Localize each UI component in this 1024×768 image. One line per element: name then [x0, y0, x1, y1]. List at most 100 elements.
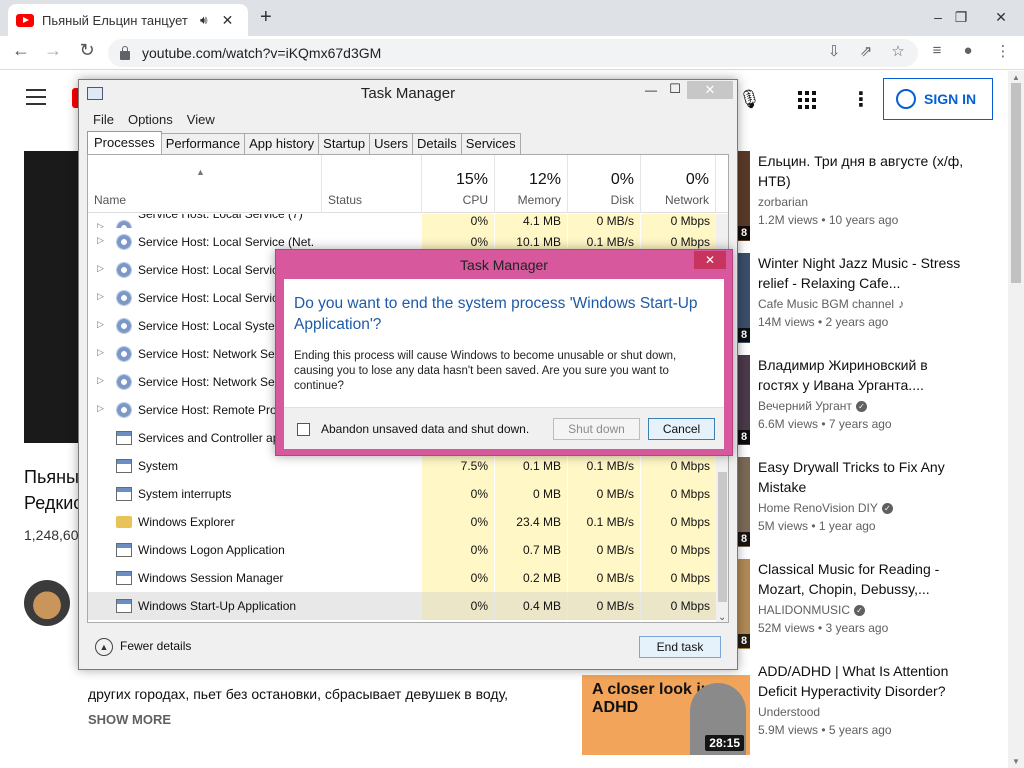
recommendation-title[interactable]: Classical Music for Reading - Mozart, Ch… [758, 559, 968, 599]
browser-tab[interactable]: Пьяный Ельцин танцует и п 🔊︎ ✕ [8, 4, 248, 36]
media-control-icon[interactable]: ≡ [927, 42, 947, 59]
address-bar[interactable]: youtube.com/watch?v=iKQmx67d3GM [108, 39, 918, 67]
process-row[interactable]: System 7.5% 0.1 MB 0.1 MB/s 0 Mbps [88, 452, 716, 480]
show-more-button[interactable]: SHOW MORE [88, 712, 171, 727]
close-button[interactable]: ✕ [687, 81, 733, 99]
user-icon [896, 89, 916, 109]
column-name[interactable]: Name [88, 155, 322, 213]
settings-menu-icon[interactable]: ⋮ [851, 87, 871, 112]
minimize-button[interactable]: — [639, 83, 663, 97]
menu-view[interactable]: View [187, 112, 215, 127]
shut-down-button[interactable]: Shut down [553, 418, 640, 440]
process-row[interactable]: Windows Explorer 0% 23.4 MB 0.1 MB/s 0 Mbps [88, 508, 716, 536]
new-tab-button[interactable]: + [260, 6, 272, 29]
hamburger-menu-icon[interactable] [26, 89, 46, 110]
scrollbar-thumb[interactable] [718, 472, 727, 602]
recommendation-item[interactable]: ADD/ADHD | What Is Attention Deficit Hyp… [758, 661, 968, 737]
browser-tab-strip: Пьяный Ельцин танцует и п 🔊︎ ✕ + – ❐ ✕ [0, 0, 1024, 36]
menu-file[interactable]: File [93, 112, 114, 127]
recommendation-channel[interactable]: HALIDONMUSIC [758, 603, 850, 617]
process-row[interactable]: Windows Start-Up Application 0% 0.4 MB 0 MB… [88, 592, 716, 620]
tab-details[interactable]: Details [412, 133, 462, 154]
expand-chevron-icon[interactable]: ▷ [97, 221, 104, 228]
recommendation-channel[interactable]: Home RenoVision DIY [758, 501, 878, 515]
install-icon[interactable]: ⇩ [824, 42, 844, 60]
lock-icon[interactable] [120, 45, 130, 60]
share-icon[interactable]: ⇗ [856, 42, 876, 60]
apps-grid-icon[interactable] [798, 91, 816, 109]
column-disk[interactable]: 0% Disk [568, 155, 641, 213]
task-manager-titlebar[interactable]: Task Manager — ☐ ✕ [79, 80, 737, 108]
recommendation-channel[interactable]: Cafe Music BGM channel [758, 297, 894, 311]
recommendation-channel[interactable]: zorbarian [758, 195, 808, 209]
tab-processes[interactable]: Processes [87, 131, 162, 154]
video-player[interactable] [24, 151, 84, 443]
microphone-icon[interactable]: 🎙︎ [738, 89, 761, 110]
tab-app-history[interactable]: App history [244, 133, 320, 154]
recommendation-channel[interactable]: Understood [758, 705, 820, 719]
column-cpu[interactable]: 15% CPU [422, 155, 495, 213]
process-row[interactable]: Windows Session Manager 0% 0.2 MB 0 MB/s 0 M… [88, 564, 716, 592]
end-task-button[interactable]: End task [639, 636, 721, 658]
column-memory[interactable]: 12% Memory [495, 155, 568, 213]
abandon-data-checkbox[interactable] [297, 423, 310, 436]
recommendation-item[interactable]: Ельцин. Три дня в августе (х/ф, НТВ) zor… [758, 151, 968, 227]
scrollbar-thumb[interactable] [1011, 83, 1021, 283]
process-row[interactable]: ▷ Service Host: Local Service (7) 0% 4.1 MB… [88, 214, 716, 228]
reload-icon[interactable]: ↻ [74, 40, 100, 61]
column-cpu-label: CPU [462, 193, 488, 207]
recommendation-thumbnail[interactable]: A closer look into ADHD 28:15 [582, 675, 750, 755]
video-title-line1: Пьяны [24, 467, 79, 487]
recommendation-channel[interactable]: Вечерний Ургант [758, 399, 852, 413]
process-disk: 0 MB/s [568, 214, 640, 228]
tab-performance[interactable]: Performance [160, 133, 246, 154]
recommendation-item[interactable]: Winter Night Jazz Music - Stress relief … [758, 253, 968, 329]
recommendation-item[interactable]: Easy Drywall Tricks to Fix Any Mistake H… [758, 457, 968, 533]
recommendation-title[interactable]: Easy Drywall Tricks to Fix Any Mistake [758, 457, 968, 497]
chrome-menu-icon[interactable]: ⋮ [993, 42, 1013, 60]
expand-chevron-icon[interactable]: ▷ [97, 403, 104, 414]
bookmark-star-icon[interactable]: ☆ [888, 42, 908, 60]
recommendation-title[interactable]: ADD/ADHD | What Is Attention Deficit Hyp… [758, 661, 968, 701]
recommendation-item[interactable]: Classical Music for Reading - Mozart, Ch… [758, 559, 968, 635]
process-row[interactable]: System interrupts 0% 0 MB 0 MB/s 0 Mbps [88, 480, 716, 508]
expand-chevron-icon[interactable]: ▷ [97, 319, 104, 330]
cancel-button[interactable]: Cancel [648, 418, 715, 440]
scroll-down-arrow-icon[interactable]: ▼ [1012, 757, 1020, 766]
close-window-button[interactable]: ✕ [978, 2, 1024, 32]
expand-chevron-icon[interactable]: ▷ [97, 235, 104, 246]
expand-chevron-icon[interactable]: ▷ [97, 375, 104, 386]
back-arrow-icon[interactable]: ← [8, 40, 34, 61]
speaker-icon[interactable]: 🔊︎ [200, 13, 208, 28]
menu-options[interactable]: Options [128, 112, 173, 127]
process-name: Service Host: Local Service (7) [138, 214, 303, 221]
scroll-down-arrow-icon[interactable]: ⌄ [718, 612, 726, 622]
column-status[interactable]: Status [322, 155, 422, 213]
expand-chevron-icon[interactable]: ▷ [97, 347, 104, 358]
recommendation-title[interactable]: Ельцин. Три дня в августе (х/ф, НТВ) [758, 151, 968, 191]
window-app-icon [116, 543, 132, 557]
scroll-up-arrow-icon[interactable]: ▲ [1012, 73, 1020, 82]
tab-users[interactable]: Users [369, 133, 414, 154]
recommendation-title[interactable]: Winter Night Jazz Music - Stress relief … [758, 253, 968, 293]
forward-arrow-icon[interactable]: → [40, 40, 66, 61]
profile-icon[interactable]: ● [958, 42, 978, 59]
tab-services[interactable]: Services [460, 133, 521, 154]
channel-avatar[interactable] [24, 580, 70, 626]
expand-chevron-icon[interactable]: ▷ [97, 291, 104, 302]
recommendation-title[interactable]: Владимир Жириновский в гостях у Ивана Ур… [758, 355, 968, 395]
column-network[interactable]: 0% Network [641, 155, 716, 213]
dialog-close-button[interactable]: ✕ [694, 251, 726, 269]
tab-startup[interactable]: Startup [318, 133, 371, 154]
fewer-details-link[interactable]: Fewer details [120, 639, 191, 653]
process-memory: 0.2 MB [495, 564, 567, 592]
recommendation-item[interactable]: Владимир Жириновский в гостях у Ивана Ур… [758, 355, 968, 431]
process-row[interactable]: Windows Logon Application 0% 0.7 MB 0 MB/s 0… [88, 536, 716, 564]
page-scrollbar[interactable]: ▲ ▼ [1008, 71, 1024, 768]
abandon-data-label[interactable]: Abandon unsaved data and shut down. [321, 422, 529, 436]
sign-in-button[interactable]: SIGN IN [883, 78, 993, 120]
chevron-up-icon[interactable]: ▲ [95, 638, 113, 656]
expand-chevron-icon[interactable]: ▷ [97, 263, 104, 274]
close-tab-icon[interactable]: ✕ [222, 12, 234, 29]
maximize-button[interactable]: ☐ [663, 81, 687, 97]
